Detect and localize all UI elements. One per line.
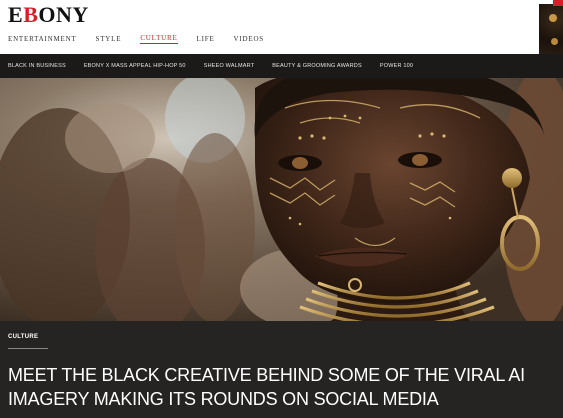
nav-item-videos[interactable]: VIDEOS: [234, 35, 264, 43]
cropped-thumbnail-ornament: [549, 14, 557, 22]
subnav-item-black-in-business[interactable]: BLACK IN BUSINESS: [8, 63, 66, 69]
cropped-thumbnail-image: [539, 4, 563, 54]
main-nav: ENTERTAINMENT STYLE CULTURE LIFE VIDEOS: [8, 33, 264, 45]
nav-item-style[interactable]: STYLE: [96, 35, 122, 43]
nav-item-entertainment[interactable]: ENTERTAINMENT: [8, 35, 77, 43]
article-teaser: CULTURE MEET THE BLACK CREATIVE BEHIND S…: [0, 321, 563, 418]
hero-image[interactable]: [0, 78, 563, 321]
logo-letters-ony: ONY: [38, 2, 89, 27]
nav-item-culture[interactable]: CULTURE: [140, 34, 178, 44]
subnav-item-sheeo-walmart[interactable]: SHEEO WALMART: [204, 63, 255, 69]
hero-portrait-illustration: [0, 78, 563, 321]
secondary-nav: BLACK IN BUSINESS EBONY X MASS APPEAL HI…: [0, 54, 563, 78]
cropped-thumbnail[interactable]: [537, 0, 563, 54]
category-divider: [8, 348, 48, 349]
subnav-item-hip-hop-50[interactable]: EBONY X MASS APPEAL HIP-HOP 50: [84, 63, 186, 69]
ebony-logo[interactable]: EBONY: [8, 2, 89, 28]
article-headline[interactable]: MEET THE BLACK CREATIVE BEHIND SOME OF T…: [8, 363, 553, 411]
logo-letter-e: E: [8, 2, 24, 27]
cropped-red-badge: [553, 0, 563, 6]
subnav-item-power-100[interactable]: POWER 100: [380, 63, 413, 69]
cropped-thumbnail-ornament-2: [551, 38, 558, 45]
nav-item-life[interactable]: LIFE: [197, 35, 215, 43]
logo-letter-b: B: [23, 2, 39, 27]
article-category[interactable]: CULTURE: [8, 334, 38, 340]
subnav-item-beauty-grooming-awards[interactable]: BEAUTY & GROOMING AWARDS: [272, 63, 362, 69]
site-header: EBONY ENTERTAINMENT STYLE CULTURE LIFE V…: [0, 0, 563, 54]
